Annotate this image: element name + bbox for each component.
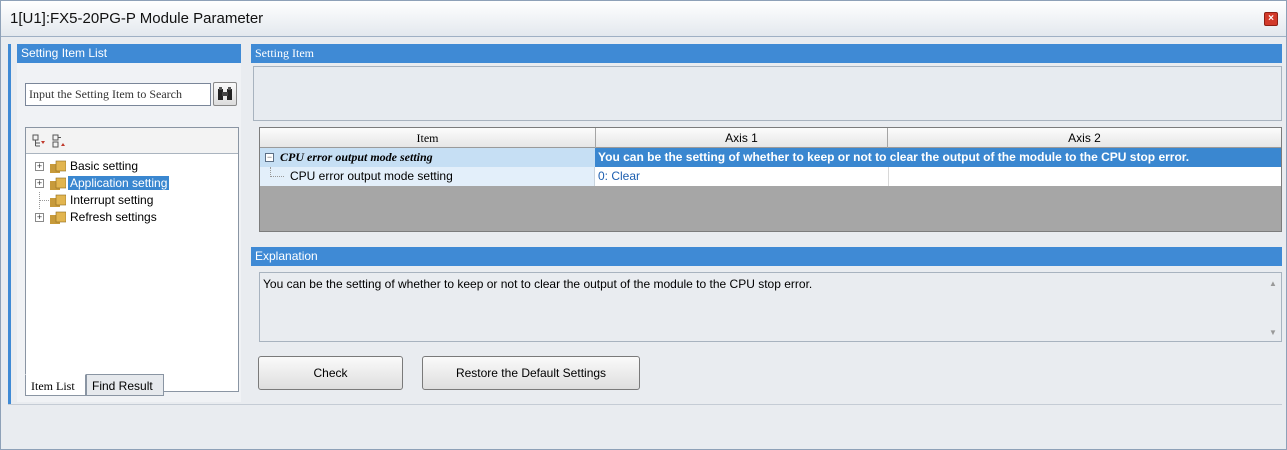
search-button[interactable] — [213, 82, 237, 106]
scroll-down-icon[interactable]: ▼ — [1268, 328, 1278, 337]
collapse-all-icon[interactable] — [52, 134, 66, 148]
group-item-cell: − CPU error output mode setting — [260, 148, 595, 167]
axis-2-value[interactable] — [888, 167, 1281, 186]
tree-item-basic-setting[interactable]: + Basic setting — [26, 158, 238, 175]
window-title: 1[U1]:FX5-20PG-P Module Parameter — [10, 10, 264, 27]
expand-icon[interactable]: + — [35, 213, 44, 222]
explanation-box: You can be the setting of whether to kee… — [259, 272, 1282, 342]
tree-item-refresh-settings[interactable]: + Refresh settings — [26, 209, 238, 226]
tree-toolbar — [26, 128, 238, 154]
group-item-label: CPU error output mode setting — [280, 150, 433, 164]
setting-item-header: Setting Item — [251, 44, 1282, 63]
param-item-cell: CPU error output mode setting — [260, 167, 595, 186]
axis-1-value[interactable]: 0: Clear — [598, 167, 640, 186]
module-folder-icon — [50, 211, 66, 224]
parameter-grid: Item Axis 1 Axis 2 − CPU error output mo… — [259, 127, 1282, 232]
expand-all-icon[interactable] — [32, 134, 46, 148]
tab-find-result[interactable]: Find Result — [86, 374, 164, 396]
table-row-group[interactable]: − CPU error output mode setting You can … — [260, 148, 1281, 167]
grid-header: Item Axis 1 Axis 2 — [260, 128, 1281, 148]
tree-line — [39, 200, 49, 201]
expand-icon[interactable]: + — [35, 179, 44, 188]
search-input[interactable]: Input the Setting Item to Search — [25, 83, 211, 106]
tree-item-application-setting[interactable]: + Application setting — [26, 175, 238, 192]
title-bar[interactable]: 1[U1]:FX5-20PG-P Module Parameter × — [1, 1, 1286, 37]
close-icon[interactable]: × — [1264, 12, 1278, 26]
module-parameter-window: 1[U1]:FX5-20PG-P Module Parameter × Sett… — [0, 0, 1287, 450]
column-header-axis-1[interactable]: Axis 1 — [596, 128, 888, 148]
setting-item-list-pane: Setting Item List Input the Setting Item… — [17, 44, 241, 402]
setting-tree: + Basic setting + Application setting In… — [25, 127, 239, 392]
setting-item-pane: Setting Item Item Axis 1 Axis 2 − CPU er… — [251, 44, 1282, 402]
column-header-axis-2[interactable]: Axis 2 — [888, 128, 1281, 148]
explanation-header: Explanation — [251, 247, 1282, 266]
group-description: You can be the setting of whether to kee… — [598, 150, 1190, 164]
binoculars-icon — [218, 87, 232, 100]
filter-area — [253, 66, 1282, 121]
column-header-item[interactable]: Item — [260, 128, 596, 148]
expand-icon[interactable]: + — [35, 162, 44, 171]
tree-item-interrupt-setting[interactable]: Interrupt setting — [26, 192, 238, 209]
module-folder-icon — [50, 177, 66, 190]
tree-item-label: Refresh settings — [70, 210, 157, 224]
explanation-text: You can be the setting of whether to kee… — [263, 277, 813, 291]
param-item-label: CPU error output mode setting — [290, 169, 453, 183]
tree-item-label: Interrupt setting — [70, 193, 154, 207]
left-edge-strip — [8, 44, 11, 446]
scroll-up-icon[interactable]: ▲ — [1268, 279, 1278, 288]
setting-item-list-header: Setting Item List — [17, 44, 241, 63]
tree-item-label: Application setting — [68, 176, 170, 190]
status-bar — [8, 404, 1282, 446]
module-folder-icon — [50, 160, 66, 173]
tab-item-list[interactable]: Item List — [25, 374, 86, 396]
table-row[interactable]: CPU error output mode setting 0: Clear — [260, 167, 1281, 186]
tree-items: + Basic setting + Application setting In… — [26, 154, 238, 226]
tree-item-label: Basic setting — [70, 159, 139, 173]
tree-line — [270, 167, 284, 177]
restore-default-button[interactable]: Restore the Default Settings — [422, 356, 640, 390]
collapse-icon[interactable]: − — [265, 153, 274, 162]
module-folder-icon — [50, 194, 66, 207]
check-button[interactable]: Check — [258, 356, 403, 390]
